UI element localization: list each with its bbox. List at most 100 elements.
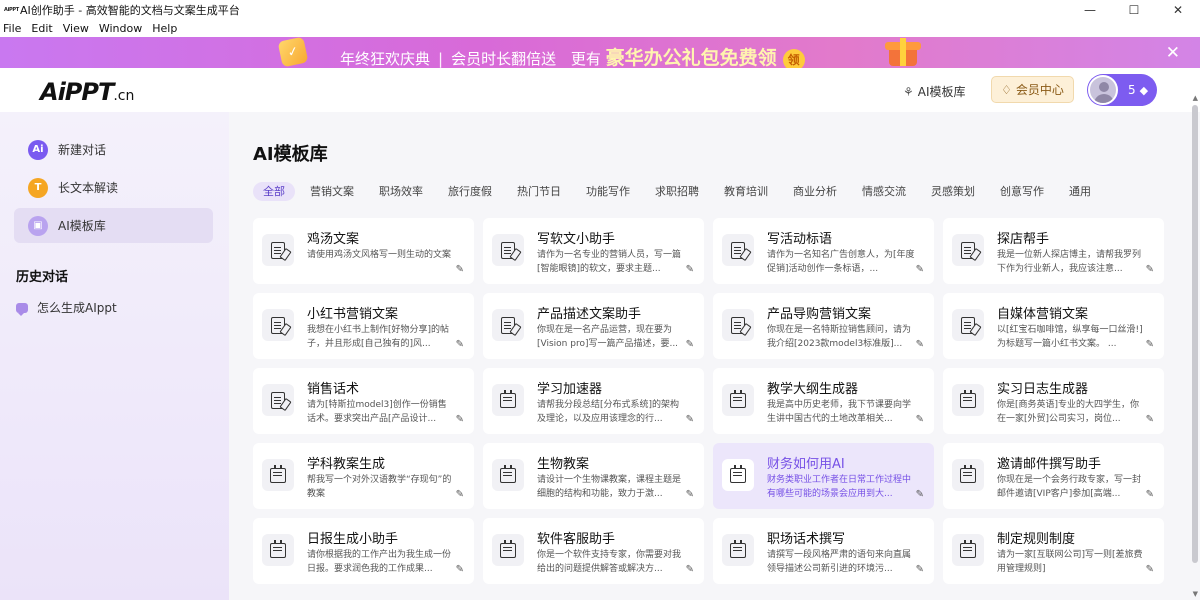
template-card[interactable]: 产品描述文案助手 你现在是一名产品运营，现在要为[Vision pro]写一篇产品…	[483, 293, 704, 359]
banner-text-2: 会员时长翻倍送	[451, 50, 557, 68]
edit-icon[interactable]: ✎	[1146, 264, 1154, 275]
promo-banner[interactable]: ✓ 年终狂欢庆典 | 会员时长翻倍送 更有 豪华办公礼包免费领领 ✕	[0, 36, 1200, 71]
edit-icon[interactable]: ✎	[686, 564, 694, 575]
scrollbar-thumb[interactable]	[1192, 105, 1198, 563]
template-description: 你是[商务英语]专业的大四学生，你在一家[外贸]公司实习，岗位...	[997, 400, 1140, 424]
edit-icon[interactable]: ✎	[686, 489, 694, 500]
edit-icon[interactable]: ✎	[456, 264, 464, 275]
template-icon	[262, 459, 294, 491]
chat-bubble-icon	[16, 302, 28, 316]
template-card[interactable]: 产品导购营销文案 你现在是一名特斯拉销售顾问，请为我介绍[2023款model3标…	[713, 293, 934, 359]
document-edit-icon	[731, 316, 745, 334]
sidebar-item-template-library[interactable]: ▣ AI模板库	[14, 208, 213, 243]
template-card[interactable]: 写软文小助手请作为一名专业的营销人员，写一篇[智能眼镜]的软文，要求主题... ✎	[483, 218, 704, 284]
member-center-button[interactable]: ♢ 会员中心	[991, 76, 1074, 103]
template-card[interactable]: 软件客服助手 你是一个软件支持专家，你需要对我给出的问题提供解答或解决方... ✎	[483, 518, 704, 584]
tab-6[interactable]: 求职招聘	[645, 182, 709, 201]
sidebar-item-long-text[interactable]: T 长文本解读	[14, 170, 213, 205]
template-description: 你现在是一名特斯拉销售顾问，请为我介绍[2023款model3标准版]...	[767, 325, 912, 349]
sidebar-item-new-chat[interactable]: Ai 新建对话	[14, 132, 213, 167]
edit-icon[interactable]: ✎	[916, 414, 924, 425]
template-card[interactable]: 教学大纲生成器 我是高中历史老师，我下节课要向学生讲中国古代的土地改革相关... ✎	[713, 368, 934, 434]
tab-2[interactable]: 职场效率	[369, 182, 433, 201]
template-card[interactable]: 小红书营销文案 我想在小红书上制作[好物分享]的帖子，并且形成[自己独有的]风..…	[253, 293, 474, 359]
template-card[interactable]: 写活动标语 请作为一名知名广告创意人，为[年度促销]活动创作一条标语，... ✎	[713, 218, 934, 284]
edit-icon[interactable]: ✎	[1146, 339, 1154, 350]
template-card[interactable]: 自媒体营销文案 以[红宝石咖啡馆，纵享每一口丝滑!]为标题写一篇小红书文案。 ..…	[943, 293, 1164, 359]
template-card[interactable]: 学科教案生成 帮我写一个对外汉语教学“存现句”的教案 ✎	[253, 443, 474, 509]
template-card[interactable]: 学习加速器 请帮我分段总结[分布式系统]的架构及理论，以及应用该理念的行... ✎	[483, 368, 704, 434]
template-card[interactable]: 探店帮手 我是一位新人探店博主，请帮我罗列下作为行业新人，我应该注意... ✎	[943, 218, 1164, 284]
template-title: 鸡汤文案	[307, 232, 360, 247]
template-card[interactable]: 制定规则制度 请为一家[互联网公司]写一则[差旅费用管理规则] ✎	[943, 518, 1164, 584]
tab-4[interactable]: 热门节日	[507, 182, 571, 201]
edit-icon[interactable]: ✎	[1146, 414, 1154, 425]
template-card[interactable]: 实习日志生成器 你是[商务英语]专业的大四学生，你在一家[外贸]公司实习，岗位..…	[943, 368, 1164, 434]
edit-icon[interactable]: ✎	[686, 339, 694, 350]
template-description: 请你根据我的工作产出为我生成一份日报。要求润色我的工作成果...	[307, 550, 452, 574]
tab-1[interactable]: 营销文案	[300, 182, 364, 201]
template-description: 请作为一名专业的营销人员，写一篇[智能眼镜]的软文，要求主题...	[537, 250, 682, 274]
tab-9[interactable]: 情感交流	[852, 182, 916, 201]
tab-5[interactable]: 功能写作	[576, 182, 640, 201]
menu-file[interactable]: File	[3, 22, 21, 35]
template-icon	[262, 384, 294, 416]
history-item[interactable]: 怎么生成AIppt	[16, 299, 117, 316]
edit-icon[interactable]: ✎	[1146, 489, 1154, 500]
template-icon	[492, 459, 524, 491]
edit-icon[interactable]: ✎	[686, 414, 694, 425]
template-library-link[interactable]: ⚘ AI模板库	[903, 83, 966, 100]
member-center-label: 会员中心	[1015, 83, 1064, 97]
edit-icon[interactable]: ✎	[916, 489, 924, 500]
edit-icon[interactable]: ✎	[456, 489, 464, 500]
edit-icon[interactable]: ✎	[686, 264, 694, 275]
edit-icon[interactable]: ✎	[456, 339, 464, 350]
template-title: 销售话术	[307, 382, 360, 397]
tab-3[interactable]: 旅行度假	[438, 182, 502, 201]
template-icon	[492, 534, 524, 566]
tab-11[interactable]: 创意写作	[990, 182, 1054, 201]
template-card[interactable]: 日报生成小助手 请你根据我的工作产出为我生成一份日报。要求润色我的工作成果... ✎	[253, 518, 474, 584]
edit-icon[interactable]: ✎	[916, 564, 924, 575]
edit-icon[interactable]: ✎	[916, 339, 924, 350]
template-description: 我是高中历史老师，我下节课要向学生讲中国古代的土地改革相关...	[767, 400, 912, 424]
template-card[interactable]: 销售话术 请为[特斯拉model3]创作一份销售话术。要求突出产品[产品设计...…	[253, 368, 474, 434]
edit-icon[interactable]: ✎	[456, 564, 464, 575]
template-icon	[952, 234, 984, 266]
menu-edit[interactable]: Edit	[31, 22, 52, 35]
template-icon	[492, 234, 524, 266]
menu-view[interactable]: View	[63, 22, 89, 35]
template-card[interactable]: 职场话术撰写 请撰写一段风格严肃的语句来向直属领导描述公司新引进的环境污... ✎	[713, 518, 934, 584]
menu-window[interactable]: Window	[99, 22, 142, 35]
menu-help[interactable]: Help	[152, 22, 177, 35]
template-card[interactable]: 邀请邮件撰写助手 你现在是一个会务行政专家，写一封邮件邀请[VIP客户]参加[高端…	[943, 443, 1164, 509]
tab-7[interactable]: 教育培训	[714, 182, 778, 201]
document-edit-icon	[731, 241, 745, 259]
scroll-down-arrow[interactable]: ▼	[1193, 590, 1198, 598]
edit-icon[interactable]: ✎	[1146, 564, 1154, 575]
template-icon	[952, 534, 984, 566]
banner-close-icon[interactable]: ✕	[1166, 43, 1180, 63]
minimize-button[interactable]: —	[1068, 0, 1112, 20]
tab-10[interactable]: 灵感策划	[921, 182, 985, 201]
maximize-button[interactable]: ☐	[1112, 0, 1156, 20]
template-description: 你现在是一个会务行政专家，写一封邮件邀请[VIP客户]参加[高端...	[997, 475, 1142, 499]
tab-8[interactable]: 商业分析	[783, 182, 847, 201]
tab-0[interactable]: 全部	[253, 182, 295, 201]
logo[interactable]: AiPPT.cn	[40, 78, 134, 106]
template-description: 请为一家[互联网公司]写一则[差旅费用管理规则]	[997, 550, 1143, 574]
close-window-button[interactable]: ✕	[1156, 0, 1200, 20]
edit-icon[interactable]: ✎	[456, 414, 464, 425]
scroll-up-arrow[interactable]: ▲	[1193, 94, 1198, 102]
edit-icon[interactable]: ✎	[916, 264, 924, 275]
template-card[interactable]: 鸡汤文案 请使用鸡汤文风格写一则生动的文案 ✎	[253, 218, 474, 284]
user-account-pill[interactable]: 5 ◆	[1087, 74, 1157, 106]
tab-12[interactable]: 通用	[1059, 182, 1101, 201]
calendar-icon	[270, 464, 286, 483]
template-description: 你是一个软件支持专家，你需要对我给出的问题提供解答或解决方...	[537, 550, 682, 574]
template-title: 写软文小助手	[537, 232, 616, 247]
document-edit-icon	[271, 316, 285, 334]
template-icon	[952, 309, 984, 341]
template-card[interactable]: 生物教案 请设计一个生物课教案，课程主题是细胞的结构和功能，致力于激... ✎	[483, 443, 704, 509]
template-card[interactable]: 财务如何用AI 财务类职业工作者在日常工作过程中有哪些可能的场景会应用到大... ✎	[713, 443, 934, 509]
